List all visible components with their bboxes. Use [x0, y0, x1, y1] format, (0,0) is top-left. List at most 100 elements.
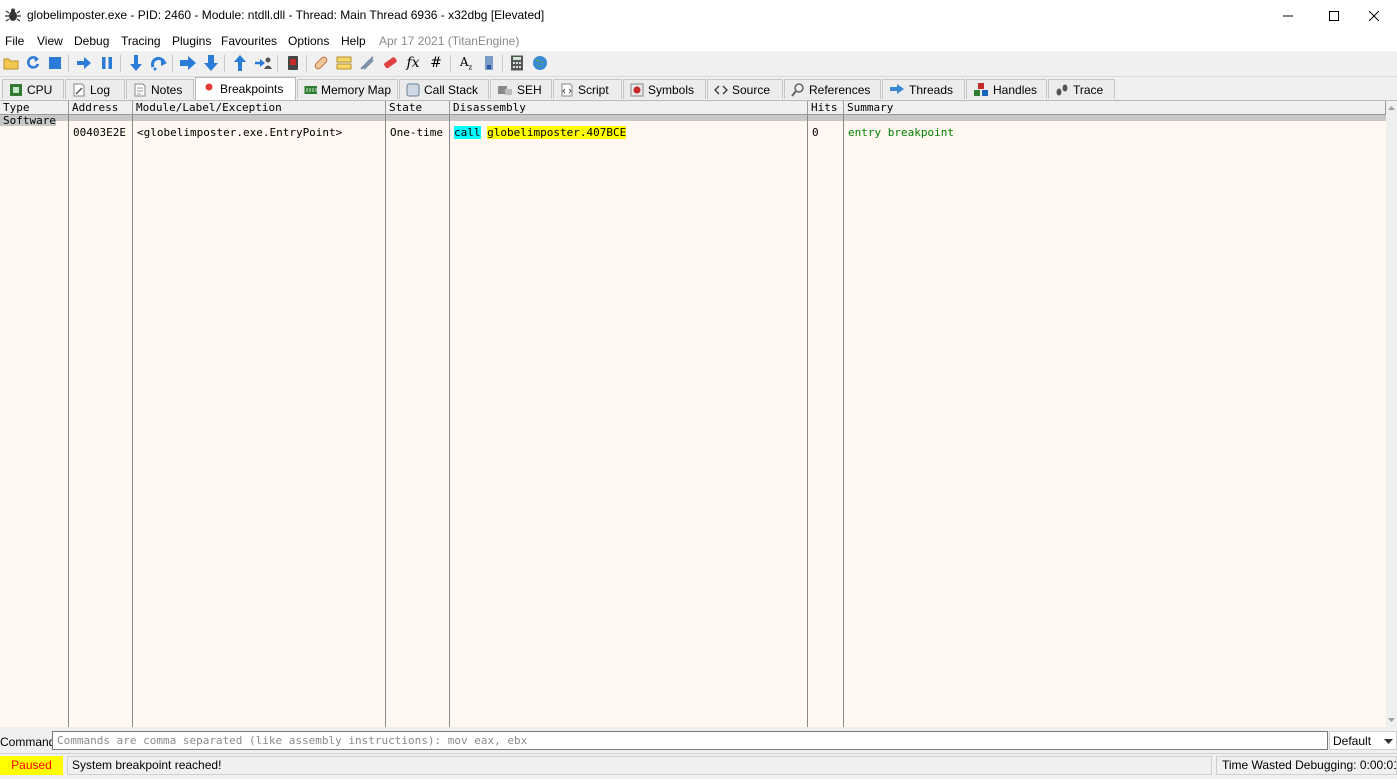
scroll-up-arrow-icon[interactable]: [1386, 103, 1397, 113]
column-header-summary[interactable]: Summary: [844, 101, 1386, 115]
column-divider: [132, 115, 133, 727]
tab-label: CPU: [27, 82, 53, 97]
tab-script[interactable]: Script: [553, 79, 622, 99]
tab-cpu[interactable]: CPU: [2, 79, 64, 99]
log-icon: [73, 83, 85, 96]
font-icon[interactable]: Az: [457, 54, 475, 72]
seh-icon: [498, 85, 512, 95]
breakpoints-table[interactable]: Type Address Module/Label/Exception Stat…: [0, 101, 1386, 727]
chevron-down-icon: [1384, 739, 1393, 744]
trace-over-icon[interactable]: [202, 54, 220, 72]
title-bar: globelimposter.exe - PID: 2460 - Module:…: [0, 0, 1397, 31]
tab-handles[interactable]: Handles: [966, 79, 1047, 99]
tab-bar: CPU Log Notes Breakpoints Memory Map Cal…: [0, 77, 1397, 101]
build-date: Apr 17 2021 (TitanEngine): [379, 34, 520, 48]
cell-disassembly: call globelimposter.407BCE: [454, 126, 627, 140]
tab-source[interactable]: Source: [707, 79, 783, 99]
tab-memory-map[interactable]: Memory Map: [297, 79, 398, 99]
step-into-icon[interactable]: [127, 54, 145, 72]
toolbar: fx # Az: [0, 51, 1397, 77]
tab-label: Trace: [1073, 82, 1104, 97]
functions-icon[interactable]: [381, 54, 399, 72]
close-button[interactable]: [1351, 0, 1397, 31]
tab-label: Notes: [151, 82, 183, 97]
threads-icon: [890, 83, 904, 94]
debug-state-badge: Paused: [0, 756, 63, 775]
cell-address: 00403E2E: [73, 126, 126, 139]
tab-symbols[interactable]: Symbols: [623, 79, 706, 99]
trace-into-icon[interactable]: [179, 54, 197, 72]
tab-label: Call Stack: [424, 82, 479, 97]
command-mode-select[interactable]: Default: [1329, 731, 1397, 750]
minimize-button[interactable]: [1265, 0, 1311, 31]
run-to-user-code-icon[interactable]: [254, 54, 272, 72]
disasm-mnemonic: call: [454, 126, 481, 139]
cell-label: <globelimposter.exe.EntryPoint>: [137, 126, 343, 139]
tab-call-stack[interactable]: Call Stack: [399, 79, 489, 99]
scroll-down-arrow-icon[interactable]: [1386, 715, 1397, 725]
menu-favourites[interactable]: Favourites: [221, 34, 277, 48]
tab-breakpoints[interactable]: Breakpoints: [195, 77, 296, 100]
column-header-address[interactable]: Address: [69, 101, 133, 115]
scylla-icon[interactable]: [480, 54, 498, 72]
column-divider: [385, 115, 386, 727]
cell-state: One-time: [390, 126, 443, 139]
callstack-icon: [406, 83, 420, 96]
menu-plugins[interactable]: Plugins: [172, 34, 211, 48]
menu-bar: File View Debug Tracing Plugins Favourit…: [0, 31, 1397, 51]
tab-trace[interactable]: Trace: [1048, 79, 1115, 99]
tab-threads[interactable]: Threads: [882, 79, 965, 99]
tab-label: SEH: [517, 82, 542, 97]
cpu-icon: [10, 83, 22, 96]
globe-icon[interactable]: [531, 54, 549, 72]
source-icon: [714, 85, 728, 94]
menu-view[interactable]: View: [37, 34, 63, 48]
hash-icon[interactable]: #: [427, 54, 445, 72]
cell-hits: 0: [812, 126, 819, 139]
pause-icon[interactable]: [98, 54, 116, 72]
tab-references[interactable]: References: [784, 79, 881, 99]
trace-icon: [1056, 84, 1068, 95]
column-header-type[interactable]: Type: [0, 101, 69, 115]
stop-icon[interactable]: [46, 54, 64, 72]
x32dbg-bug-icon: [5, 8, 21, 22]
menu-file[interactable]: File: [5, 34, 24, 48]
script-icon: [561, 83, 573, 96]
tab-label: Handles: [993, 82, 1038, 97]
menu-debug[interactable]: Debug: [74, 34, 109, 48]
column-divider: [449, 115, 450, 727]
labels-icon[interactable]: [335, 54, 353, 72]
execute-till-return-icon[interactable]: [231, 54, 249, 72]
menu-help[interactable]: Help: [341, 34, 366, 48]
run-icon[interactable]: [75, 54, 93, 72]
column-header-module[interactable]: Module/Label/Exception: [133, 101, 386, 115]
menu-tracing[interactable]: Tracing: [121, 34, 161, 48]
group-separator: [0, 115, 1386, 121]
cell-summary: entry breakpoint: [848, 126, 954, 139]
column-header-disassembly[interactable]: Disassembly: [450, 101, 808, 115]
command-mode-value: Default: [1333, 734, 1372, 748]
menu-options[interactable]: Options: [288, 34, 329, 48]
memory-icon: [304, 85, 317, 94]
restart-icon[interactable]: [24, 54, 42, 72]
column-header-state[interactable]: State: [386, 101, 450, 115]
patch-icon[interactable]: [284, 54, 302, 72]
close-icon: [1369, 10, 1379, 21]
comments-icon[interactable]: [312, 54, 330, 72]
bookmarks-icon[interactable]: [358, 54, 376, 72]
tab-label: Symbols: [648, 82, 695, 97]
vertical-scrollbar[interactable]: [1386, 101, 1397, 727]
open-icon[interactable]: [2, 54, 20, 72]
tab-seh[interactable]: SEH: [490, 79, 552, 99]
calculator-icon[interactable]: [508, 54, 526, 72]
command-input[interactable]: [52, 731, 1328, 750]
tab-notes[interactable]: Notes: [126, 79, 194, 99]
tab-label: References: [809, 82, 871, 97]
fx-icon[interactable]: fx: [404, 54, 422, 72]
step-over-icon[interactable]: [150, 54, 168, 72]
tab-label: Script: [578, 82, 609, 97]
command-bar: Command: Default: [0, 729, 1397, 752]
references-icon: [791, 82, 804, 97]
column-header-hits[interactable]: Hits: [808, 101, 844, 115]
tab-log[interactable]: Log: [65, 79, 125, 99]
